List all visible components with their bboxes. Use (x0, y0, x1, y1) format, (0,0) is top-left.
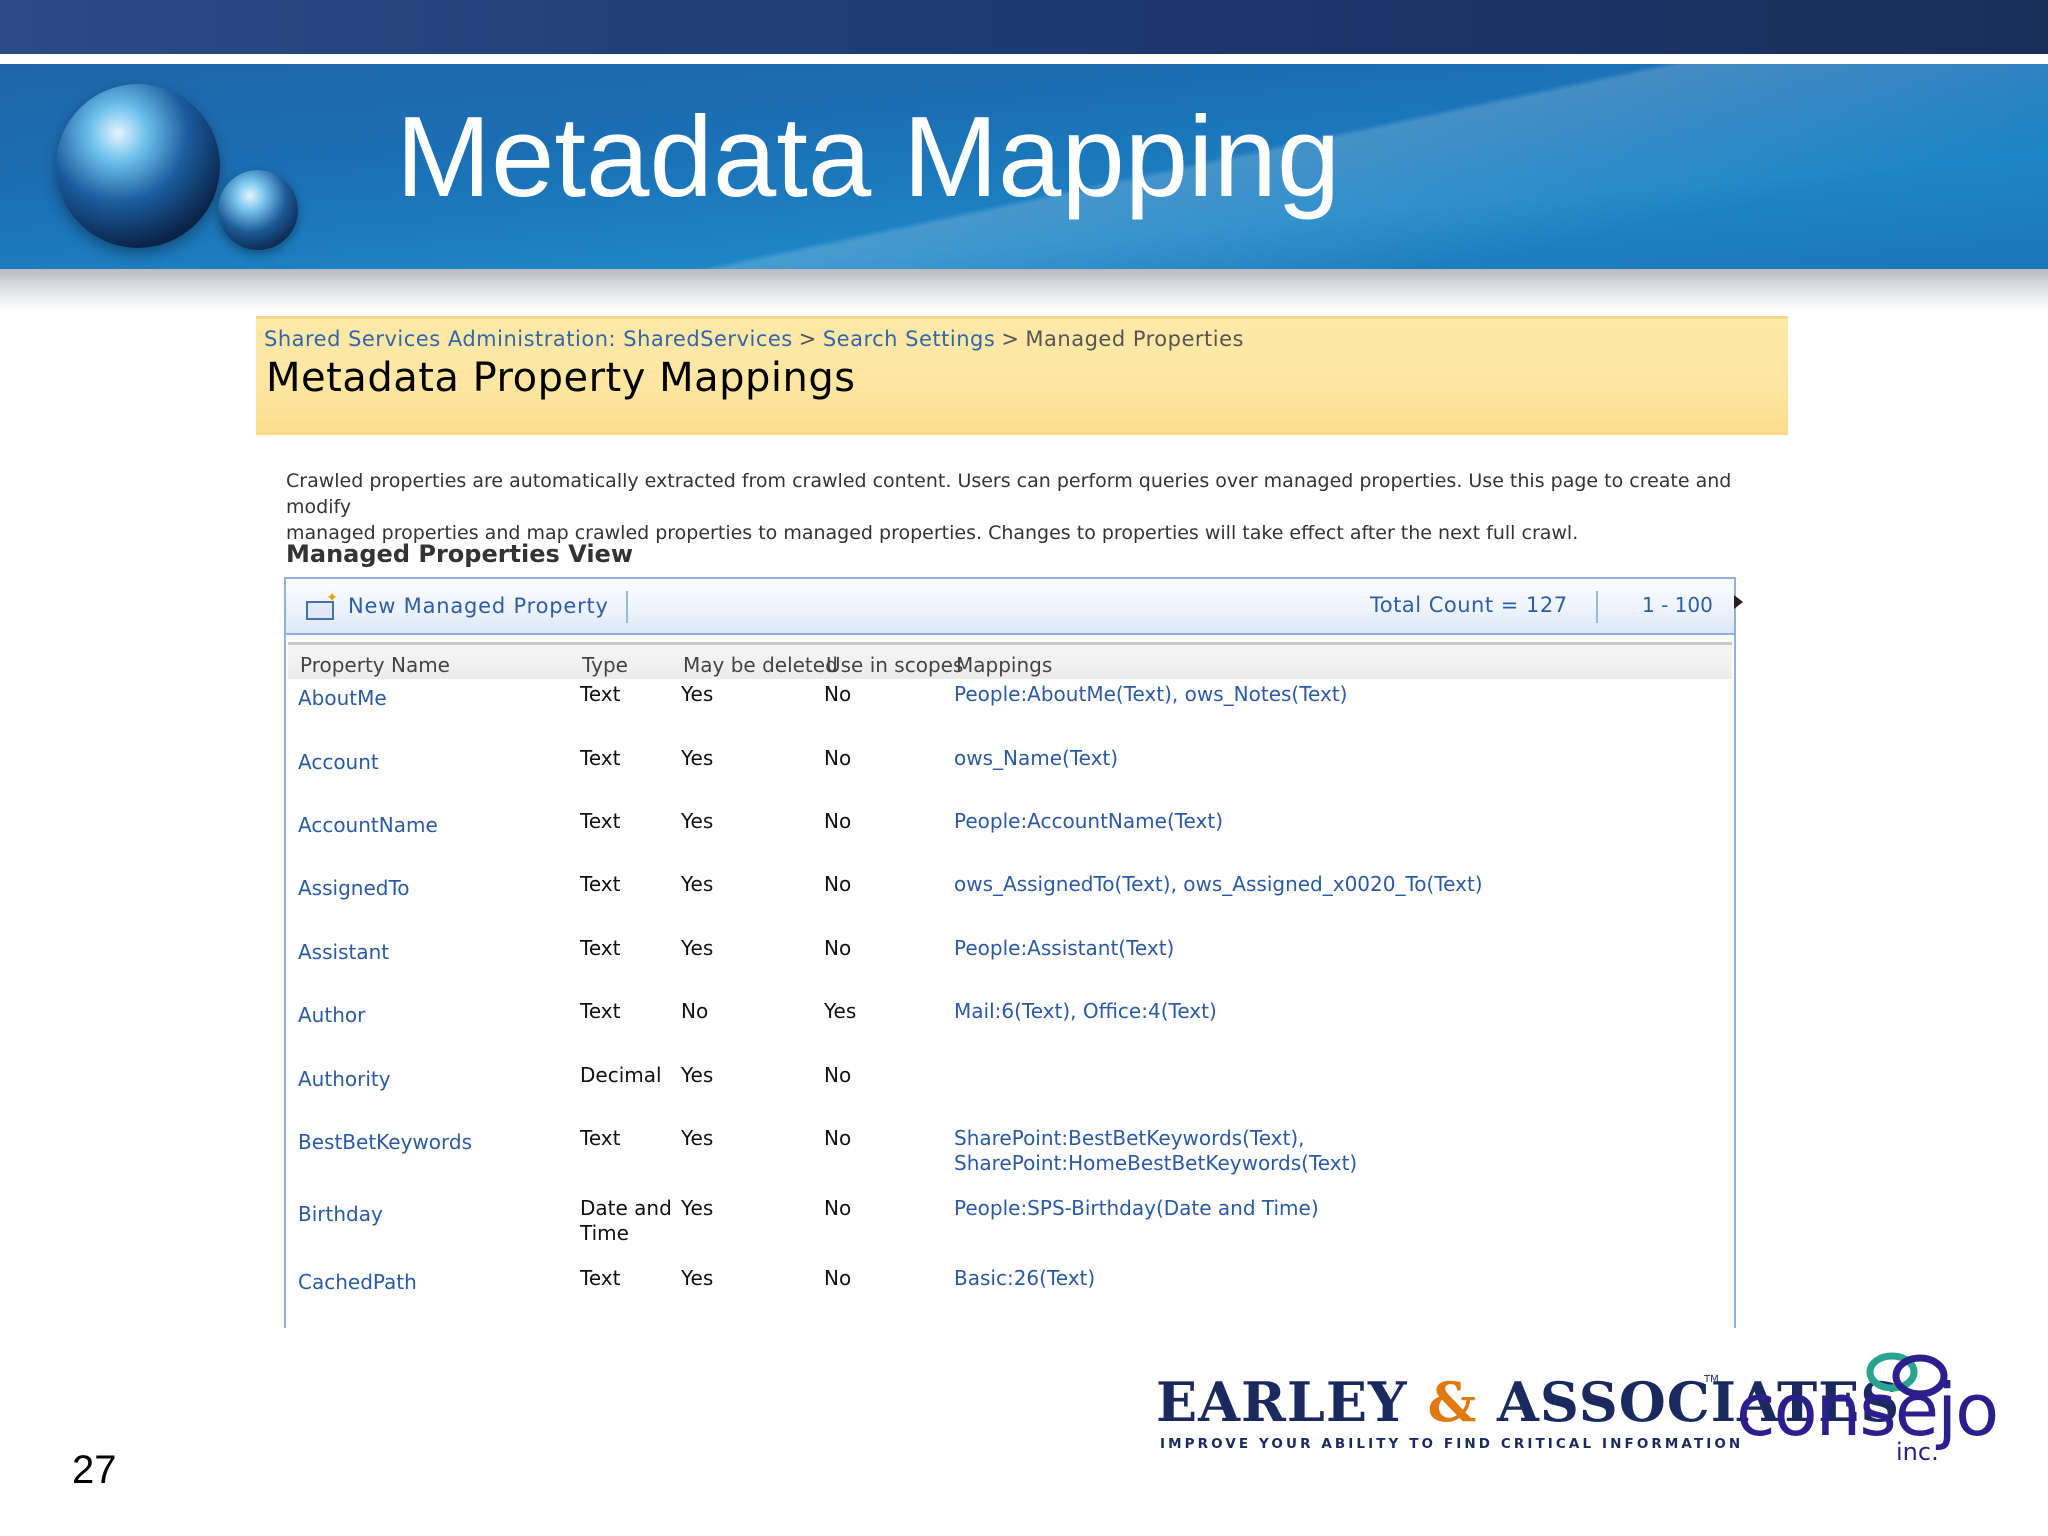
breadcrumb-separator: > (798, 327, 817, 351)
property-name-link[interactable]: Author (298, 1003, 365, 1028)
next-page-icon[interactable] (1734, 595, 1743, 609)
property-name-link[interactable]: AccountName (298, 813, 438, 838)
may-be-deleted-value: Yes (681, 1196, 714, 1220)
table-header: Property Name Type May be deleted Use in… (288, 642, 1732, 679)
property-name-link[interactable]: BestBetKeywords (298, 1130, 472, 1155)
mappings-value: ows_Name(Text) (954, 746, 1119, 770)
sharepoint-screenshot: Shared Services Administration: SharedSe… (256, 316, 1788, 1328)
mappings-value: People:AccountName(Text) (954, 809, 1223, 833)
column-header-property-name[interactable]: Property Name (300, 653, 450, 677)
may-be-deleted-value: Yes (681, 809, 714, 833)
column-header-may-be-deleted[interactable]: May be deleted (683, 653, 838, 677)
breadcrumb-link-shared-services[interactable]: Shared Services Administration: SharedSe… (264, 327, 793, 351)
use-in-scopes-value: No (824, 682, 852, 706)
slide-page-number: 27 (72, 1448, 117, 1492)
earley-logo-name: EARLEY (1156, 1370, 1408, 1434)
property-name-link[interactable]: Birthday (298, 1202, 383, 1227)
breadcrumb-current: Managed Properties (1025, 327, 1244, 351)
property-type: Text (580, 936, 621, 960)
property-name-link[interactable]: Authority (298, 1067, 391, 1092)
property-name-link[interactable]: AboutMe (298, 686, 387, 711)
new-managed-property-button[interactable]: ✦ New Managed Property (304, 591, 609, 621)
paging-range: 1 - 100 (1642, 593, 1713, 617)
mappings-value: People:AboutMe(Text), ows_Notes(Text) (954, 682, 1348, 706)
property-name-link[interactable]: Assistant (298, 940, 389, 965)
mappings-value: ows_AssignedTo(Text), ows_Assigned_x0020… (954, 872, 1483, 896)
top-band-divider (0, 54, 2048, 64)
property-type: Text (580, 746, 621, 770)
property-type: Decimal (580, 1063, 662, 1087)
page-title: Metadata Property Mappings (266, 355, 856, 401)
new-managed-property-label: New Managed Property (348, 594, 609, 618)
use-in-scopes-value: Yes (824, 999, 857, 1023)
property-type: Text (580, 1126, 621, 1150)
description-line: Crawled properties are automatically ext… (286, 470, 1732, 518)
property-type: Text (580, 809, 621, 833)
new-item-icon: ✦ (304, 591, 338, 620)
property-type: Date and (580, 1196, 672, 1220)
small-globe-graphic (218, 170, 298, 250)
column-header-type[interactable]: Type (582, 653, 628, 677)
property-name-link[interactable]: Account (298, 750, 379, 775)
top-band (0, 0, 2048, 54)
may-be-deleted-value: Yes (681, 1063, 714, 1087)
breadcrumb-link-search-settings[interactable]: Search Settings (823, 327, 995, 351)
slide-title: Metadata Mapping (396, 94, 1341, 221)
use-in-scopes-value: No (824, 1063, 852, 1087)
use-in-scopes-value: No (824, 746, 852, 770)
properties-table: Property Name Type May be deleted Use in… (284, 634, 1736, 1328)
mappings-value: People:SPS-Birthday(Date and Time) (954, 1196, 1319, 1220)
column-header-use-in-scopes[interactable]: Use in scopes (826, 653, 963, 677)
property-type: Time (580, 1221, 629, 1245)
use-in-scopes-value: No (824, 872, 852, 896)
use-in-scopes-value: No (824, 1126, 852, 1150)
page-title-area: Shared Services Administration: SharedSe… (256, 316, 1788, 435)
property-type: Text (580, 999, 621, 1023)
mappings-value: SharePoint:HomeBestBetKeywords(Text) (954, 1151, 1358, 1175)
banner-shadow (0, 269, 2048, 311)
property-type: Text (580, 682, 621, 706)
use-in-scopes-value: No (824, 809, 852, 833)
breadcrumb: Shared Services Administration: SharedSe… (264, 327, 1244, 351)
property-type: Text (580, 1266, 621, 1290)
earley-logo-tagline: IMPROVE YOUR ABILITY TO FIND CRITICAL IN… (1160, 1436, 1744, 1452)
total-count: Total Count = 127 (1370, 593, 1568, 617)
may-be-deleted-value: Yes (681, 872, 714, 896)
consejo-logo-suffix: inc. (1896, 1438, 1939, 1466)
toolbar-separator (626, 591, 628, 623)
may-be-deleted-value: Yes (681, 746, 714, 770)
use-in-scopes-value: No (824, 1266, 852, 1290)
earley-associates-logo: EARLEY & ASSOCIATES TM IMPROVE YOUR ABIL… (1156, 1370, 1899, 1452)
mappings-value: People:Assistant(Text) (954, 936, 1175, 960)
list-toolbar: ✦ New Managed Property Total Count = 127… (284, 577, 1743, 635)
large-globe-graphic (56, 84, 220, 248)
may-be-deleted-value: Yes (681, 1266, 714, 1290)
mappings-value: SharePoint:BestBetKeywords(Text), (954, 1126, 1305, 1150)
may-be-deleted-value: Yes (681, 682, 714, 706)
use-in-scopes-value: No (824, 1196, 852, 1220)
mappings-value: Mail:6(Text), Office:4(Text) (954, 999, 1217, 1023)
property-name-link[interactable]: CachedPath (298, 1270, 417, 1295)
may-be-deleted-value: Yes (681, 1126, 714, 1150)
consejo-logo-name: consejo (1736, 1368, 1999, 1452)
view-heading: Managed Properties View (286, 540, 634, 568)
earley-logo-ampersand: & (1427, 1370, 1478, 1434)
toolbar-separator (1596, 591, 1598, 623)
mappings-value: Basic:26(Text) (954, 1266, 1096, 1290)
may-be-deleted-value: Yes (681, 936, 714, 960)
consejo-logo: consejo inc. (1736, 1348, 2006, 1466)
may-be-deleted-value: No (681, 999, 709, 1023)
use-in-scopes-value: No (824, 936, 852, 960)
page-description: Crawled properties are automatically ext… (286, 468, 1766, 546)
property-type: Text (580, 872, 621, 896)
property-name-link[interactable]: AssignedTo (298, 876, 410, 901)
trademark-mark: TM (1704, 1374, 1719, 1385)
breadcrumb-separator: > (1001, 327, 1020, 351)
column-header-mappings[interactable]: Mappings (956, 653, 1052, 677)
